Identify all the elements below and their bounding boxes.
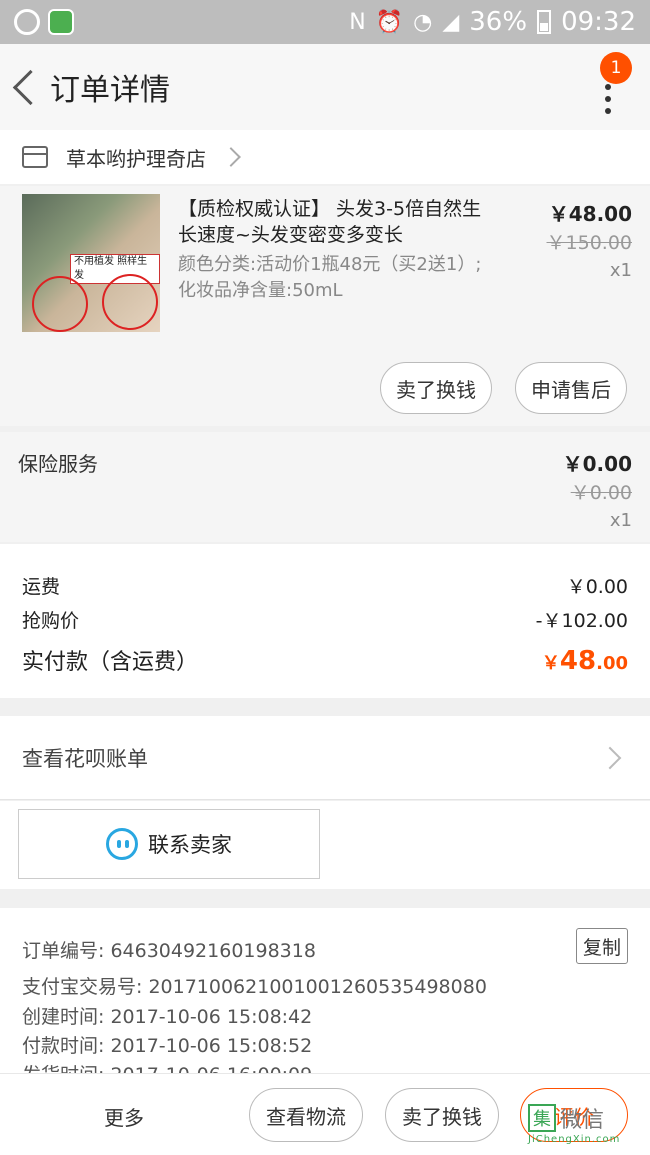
paid-label: 实付款（含运费） [22,650,199,675]
shipping-row: 运费 ￥0.00 [22,572,628,599]
more-button[interactable]: 更多 [104,1102,144,1131]
back-arrow-icon[interactable] [6,57,50,117]
alarm-icon: ⏰ [375,9,404,35]
after-sales-button[interactable]: 申请售后 [515,362,627,414]
resell-bottom-button[interactable]: 卖了换钱 [385,1088,499,1142]
battery-percent: 36% [469,7,528,37]
app-header: 订单详情 1 [0,44,650,130]
insurance-row: 保险服务 ￥0.00 ￥0.00 x1 [0,432,650,542]
chevron-right-icon [221,147,241,167]
product-title[interactable]: 【质检权威认证】 头发3-5倍自然生长速度~头发变密变多变长 [178,196,498,248]
nfc-icon: N [349,9,366,35]
watermark-logo: 集 [528,1104,556,1132]
paid-currency: ￥ [541,653,560,674]
created-time: 创建时间: 2017-10-06 15:08:42 [22,1006,313,1028]
app-icon [14,9,40,35]
contact-seller-label: 联系卖家 [148,833,232,857]
discount-row: 抢购价 -￥102.00 [22,606,628,633]
wifi-icon: ◔ [413,9,433,35]
product-quantity: x1 [609,260,632,281]
insurance-original-price: ￥0.00 [570,482,632,504]
paid-time: 付款时间: 2017-10-06 15:08:52 [22,1035,313,1057]
app-icon-2 [48,9,74,35]
discount-value: -￥102.00 [535,610,628,632]
product-thumbnail[interactable]: 不用植发 照样生发 [22,194,160,332]
order-number: 订单编号: 64630492160198318 [22,940,316,962]
shipped-time: 发货时间: 2017-10-06 16:00:09 [22,1060,312,1073]
watermark: 集 微信 JiChengXin.com [528,1102,646,1154]
battery-icon [537,10,552,34]
thumbnail-circle-right [102,274,158,330]
wangwang-chat-icon [106,828,138,860]
chevron-right-icon [598,746,622,770]
paid-row: 实付款（含运费） ￥48.00 [22,644,628,676]
store-name: 草本哟护理奇店 [66,146,206,171]
insurance-quantity: x1 [609,510,632,531]
resell-button[interactable]: 卖了换钱 [380,362,492,414]
insurance-price: ￥0.00 [562,452,632,476]
paid-dec: .00 [596,653,628,674]
clock: 09:32 [561,7,636,37]
paid-int: 48 [559,646,597,676]
product-sku: 颜色分类:活动价1瓶48元（买2送1）;化妆品净含量:50mL [178,254,482,301]
totals-section: 运费 ￥0.00 抢购价 -￥102.00 实付款（含运费） ￥48.00 [0,544,650,698]
copy-button[interactable]: 复制 [576,928,628,964]
signal-icon: ◢ [442,9,460,35]
shipping-label: 运费 [22,576,61,598]
status-bar: N ⏰ ◔ ◢ 36% 09:32 [0,0,650,44]
watermark-url: JiChengXin.com [528,1134,621,1145]
insurance-label: 保险服务 [18,452,98,476]
shipping-value: ￥0.00 [566,576,628,598]
view-logistics-button[interactable]: 查看物流 [249,1088,363,1142]
store-row[interactable]: 草本哟护理奇店 [0,130,650,184]
huabei-bill-row[interactable]: 查看花呗账单 [0,716,650,800]
alipay-trade-number: 支付宝交易号: 2017100621001001260535498080 [22,976,487,998]
huabei-label: 查看花呗账单 [22,746,148,771]
page-title: 订单详情 [50,73,170,108]
contact-section: 联系卖家 [0,801,650,889]
product-item[interactable]: 不用植发 照样生发 【质检权威认证】 头发3-5倍自然生长速度~头发变密变多变长… [0,186,650,426]
discount-label: 抢购价 [22,610,80,632]
thumbnail-circle-left [32,276,88,332]
store-icon [22,146,48,168]
product-original-price: ￥150.00 [546,232,632,254]
product-price: ￥48.00 [548,202,632,226]
order-info-section: 订单编号: 64630492160198318 复制 支付宝交易号: 20171… [0,908,650,1073]
contact-seller-button[interactable]: 联系卖家 [18,809,320,879]
paid-amount: ￥48.00 [542,646,628,676]
watermark-text: 微信 [560,1108,605,1133]
notification-badge: 1 [600,52,632,84]
